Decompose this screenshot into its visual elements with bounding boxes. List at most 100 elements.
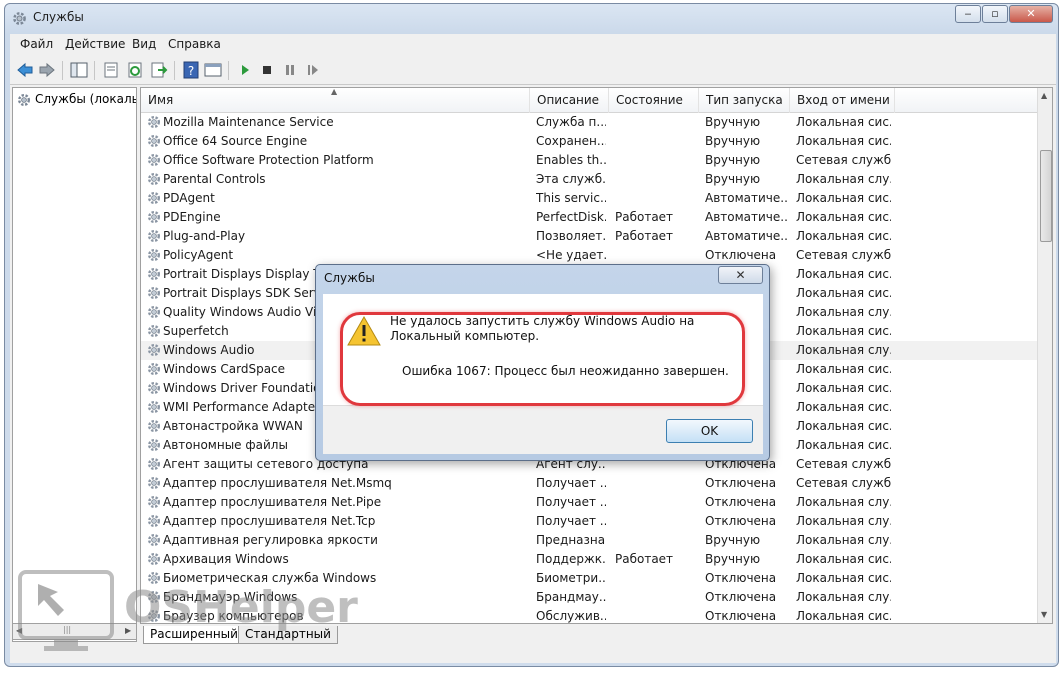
start-icon[interactable]	[236, 61, 254, 79]
table-row[interactable]: Parental Controls Эта служб... Вручную Лока…	[141, 170, 1037, 189]
cell-description: Поддержк...	[536, 552, 606, 566]
pause-icon[interactable]	[281, 61, 299, 79]
cell-logon-as: Локальная сис...	[796, 191, 891, 205]
cell-status: Работает	[615, 229, 674, 243]
table-row[interactable]: PDEngine PerfectDisk... Работает Автоматиче…	[141, 208, 1037, 227]
column-status[interactable]: Состояние	[609, 88, 699, 113]
gear-icon	[13, 12, 26, 25]
gear-icon	[148, 515, 160, 527]
title-bar[interactable]: Службы ‒ ▫ ✕	[5, 4, 1058, 32]
scroll-thumb[interactable]	[1040, 150, 1052, 242]
refresh-icon[interactable]	[126, 61, 144, 79]
menu-file[interactable]: Файл	[20, 37, 53, 51]
cell-logon-as: Локальная сис...	[796, 362, 891, 376]
stop-icon[interactable]	[258, 61, 276, 79]
cell-description: Служба п...	[536, 115, 606, 129]
scroll-down-icon[interactable]: ▼	[1041, 610, 1047, 619]
menu-view[interactable]: Вид	[132, 37, 156, 51]
scroll-up-icon[interactable]: ▲	[1041, 91, 1047, 100]
column-header: Имя ▲ Описание Состояние Тип запуска Вхо…	[141, 88, 1037, 113]
table-row[interactable]: Адаптер прослушивателя Net.Msmq Получает …	[141, 474, 1037, 493]
cell-logon-as: Локальная сис...	[796, 286, 891, 300]
vertical-scrollbar[interactable]: ▲ ▼	[1037, 88, 1052, 623]
cell-description: Получает ...	[536, 495, 606, 509]
gear-icon	[148, 116, 160, 128]
cell-startup-type: Автоматиче...	[705, 210, 787, 224]
table-row[interactable]: Mozilla Maintenance Service Служба п... Вр…	[141, 113, 1037, 132]
tab-standard[interactable]: Стандартный	[238, 626, 338, 644]
dialog-error-code: Ошибка 1067: Процесс был неожиданно заве…	[402, 364, 729, 378]
show-hide-tree-icon[interactable]	[70, 61, 88, 79]
ok-button[interactable]: OK	[666, 419, 753, 443]
dialog-body: Не удалось запустить службу Windows Audi…	[323, 294, 763, 405]
toolbar: ?	[10, 56, 1056, 85]
maximize-button[interactable]: ▫	[982, 5, 1008, 23]
tab-extended[interactable]: Расширенный	[143, 626, 245, 644]
table-row[interactable]: Браузер компьютеров Обслужив... Отключена Л…	[141, 607, 1037, 623]
table-row[interactable]: Адаптер прослушивателя Net.Tcp Получает .…	[141, 512, 1037, 531]
table-row[interactable]: Брандмауэр Windows Брандмау... Отключена Ло…	[141, 588, 1037, 607]
column-logon-as[interactable]: Вход от имени	[790, 88, 895, 113]
column-description[interactable]: Описание	[530, 88, 609, 113]
table-row[interactable]: Office 64 Source Engine Сохранен... Вручну…	[141, 132, 1037, 151]
dialog-message: Не удалось запустить службу Windows Audi…	[390, 314, 695, 343]
error-dialog: Службы ✕ Не удалось запустить службу Win…	[315, 264, 770, 461]
cell-startup-type: Отключена	[705, 609, 777, 623]
scroll-grip-icon[interactable]: |||	[63, 625, 71, 634]
cell-name: PDEngine	[163, 210, 221, 224]
table-row[interactable]: Office Software Protection Platform Enabl…	[141, 151, 1037, 170]
table-row[interactable]: Биометрическая служба Windows Биометри...…	[141, 569, 1037, 588]
gear-icon	[148, 192, 160, 204]
menu-action[interactable]: Действие	[65, 37, 125, 51]
cell-description: <Не удает...	[536, 248, 606, 262]
gear-icon	[148, 591, 160, 603]
gear-icon	[148, 230, 160, 242]
cell-name: Браузер компьютеров	[163, 609, 304, 623]
back-arrow-icon[interactable]	[16, 61, 34, 79]
scroll-right-icon[interactable]: ▶	[125, 626, 131, 635]
gear-icon	[148, 382, 160, 394]
gear-icon	[148, 287, 160, 299]
cell-description: PerfectDisk...	[536, 210, 606, 224]
cell-startup-type: Отключена	[705, 514, 777, 528]
cell-startup-type: Отключена	[705, 590, 777, 604]
cell-logon-as: Локальная сис...	[796, 210, 891, 224]
tree-horizontal-scrollbar[interactable]: ◀ ||| ▶	[12, 623, 137, 640]
gear-icon	[148, 401, 160, 413]
column-startup-type[interactable]: Тип запуска	[699, 88, 790, 113]
cell-logon-as: Локальная сис...	[796, 381, 891, 395]
cell-status: Работает	[615, 552, 674, 566]
cell-name: Office Software Protection Platform	[163, 153, 374, 167]
table-row[interactable]: Plug-and-Play Позволяет... Работает Автомат…	[141, 227, 1037, 246]
cell-logon-as: Локальная сис...	[796, 229, 891, 243]
dialog-close-button[interactable]: ✕	[718, 266, 763, 284]
table-row[interactable]: PDAgent This servic... Автоматиче... Локаль…	[141, 189, 1037, 208]
cell-startup-type: Вручную	[705, 134, 761, 148]
table-row[interactable]: Архивация Windows Поддержк... Работает Вруч…	[141, 550, 1037, 569]
table-row[interactable]: Адаптивная регулировка яркости Предназна.…	[141, 531, 1037, 550]
help-icon[interactable]: ?	[182, 61, 200, 79]
cell-startup-type: Вручную	[705, 172, 761, 186]
cell-logon-as: Локальная сис...	[796, 400, 891, 414]
cell-logon-as: Локальная сис...	[796, 419, 891, 433]
properties-icon[interactable]	[102, 61, 120, 79]
table-row[interactable]: PolicyAgent <Не удает... Отключена Сетевая …	[141, 246, 1037, 265]
cell-name: Адаптер прослушивателя Net.Pipe	[163, 495, 382, 509]
forward-arrow-icon[interactable]	[38, 61, 56, 79]
cell-logon-as: Локальная слу...	[796, 590, 891, 604]
table-row[interactable]: Адаптер прослушивателя Net.Pipe Получает …	[141, 493, 1037, 512]
gear-icon	[148, 135, 160, 147]
cell-status: Работает	[615, 210, 674, 224]
gear-icon	[148, 249, 160, 261]
cell-name: Биометрическая служба Windows	[163, 571, 377, 585]
console-icon[interactable]	[204, 61, 222, 79]
warning-icon	[347, 316, 381, 346]
close-button[interactable]: ✕	[1009, 5, 1053, 23]
export-icon[interactable]	[150, 61, 168, 79]
tree-item-services-local[interactable]: Службы (локалы	[16, 92, 136, 106]
minimize-button[interactable]: ‒	[955, 5, 981, 23]
menu-help[interactable]: Справка	[168, 37, 221, 51]
cell-name: Брандмауэр Windows	[163, 590, 298, 604]
scroll-left-icon[interactable]: ◀	[16, 626, 22, 635]
restart-icon[interactable]	[304, 61, 322, 79]
